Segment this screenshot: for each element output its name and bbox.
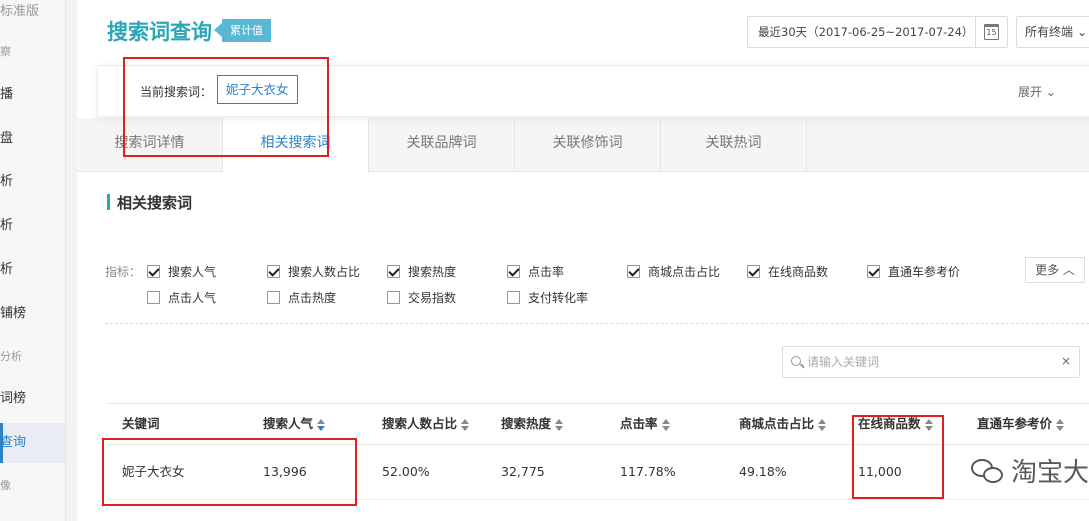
indicator-click-rate[interactable]: 点击率	[507, 263, 564, 280]
col-search-user-share[interactable]: 搜索人数占比	[382, 404, 470, 444]
sidebar-item-word-rank[interactable]: 词榜	[0, 379, 65, 419]
indicator-text: 交易指数	[408, 291, 457, 305]
sort-icon[interactable]	[1056, 418, 1065, 431]
indicator-text: 支付转化率	[528, 291, 589, 305]
indicator-trade-index[interactable]: 交易指数	[387, 289, 456, 306]
indicator-online-items[interactable]: 在线商品数	[747, 263, 828, 280]
indicator-click-popularity[interactable]: 点击人气	[147, 289, 216, 306]
checkbox[interactable]	[387, 291, 400, 304]
keyword-search-input[interactable]	[807, 347, 1057, 377]
checkbox[interactable]	[267, 291, 280, 304]
col-label: 直通车参考价	[977, 416, 1053, 431]
sidebar-item-analysis-2[interactable]: 析	[0, 206, 65, 246]
sidebar-item-dashboard[interactable]: 盘	[0, 119, 65, 159]
divider	[105, 323, 1089, 324]
checkbox[interactable]	[507, 265, 520, 278]
cell-mall-click-share: 49.18%	[739, 464, 787, 479]
sidebar-item-portrait[interactable]: 像	[0, 466, 65, 506]
indicator-label: 指标：	[105, 265, 142, 279]
indicator-search-heat[interactable]: 搜索热度	[387, 263, 456, 280]
indicator-text: 搜索热度	[408, 265, 457, 279]
indicator-text: 搜索人气	[168, 265, 217, 279]
indicator-pay-conversion[interactable]: 支付转化率	[507, 289, 588, 306]
checkbox[interactable]	[147, 265, 160, 278]
col-search-heat[interactable]: 搜索热度	[501, 404, 564, 444]
indicator-text: 搜索人数占比	[288, 265, 361, 279]
col-label: 搜索人气	[263, 416, 314, 431]
cumulative-tag: 累计值	[214, 19, 271, 42]
sidebar-item-observe[interactable]: 察	[0, 32, 65, 72]
search-icon	[791, 356, 801, 366]
cell-search-user-share: 52.00%	[382, 464, 430, 479]
sort-icon[interactable]	[555, 418, 564, 431]
sidebar-item-shop-rank[interactable]: 铺榜	[0, 294, 65, 334]
indicator-ztc-price[interactable]: 直通车参考价	[867, 263, 960, 280]
tab-related-modifier-words[interactable]: 关联修饰词	[515, 118, 661, 172]
checkbox[interactable]	[267, 265, 280, 278]
keyword-search-box[interactable]: ×	[782, 346, 1080, 378]
expand-toggle[interactable]: 展开 ⌄	[1018, 83, 1056, 100]
date-range-text: 最近30天（2017-06-25~2017-07-24）	[758, 25, 974, 39]
col-label: 搜索热度	[501, 416, 552, 431]
checkbox[interactable]	[867, 265, 880, 278]
indicator-search-user-share[interactable]: 搜索人数占比	[267, 263, 360, 280]
col-mall-click-share[interactable]: 商城点击占比	[739, 404, 827, 444]
col-label: 搜索人数占比	[382, 416, 458, 431]
clear-icon[interactable]: ×	[1061, 354, 1071, 368]
indicator-search-popularity[interactable]: 搜索人气	[147, 263, 216, 280]
checkbox[interactable]	[387, 265, 400, 278]
indicator-text: 在线商品数	[768, 265, 829, 279]
tab-related-hot-words[interactable]: 关联热词	[661, 118, 807, 172]
indicator-text: 点击热度	[288, 291, 337, 305]
col-label: 点击率	[620, 416, 658, 431]
sidebar-item-analysis-3[interactable]: 析	[0, 250, 65, 290]
page-title: 搜索词查询	[107, 20, 212, 44]
more-indicators-button[interactable]: 更多 ︿	[1025, 257, 1085, 283]
col-label: 商城点击占比	[739, 416, 815, 431]
sort-icon[interactable]	[818, 418, 827, 431]
sidebar-item-edition: 标准版	[0, 4, 40, 19]
chevron-down-icon: ⌄	[1077, 25, 1088, 39]
indicator-text: 点击人气	[168, 291, 217, 305]
watermark-text: 淘宝大学	[1011, 458, 1089, 488]
indicator-text: 点击率	[528, 265, 565, 279]
sort-icon[interactable]	[317, 418, 326, 431]
sidebar-item-search-query[interactable]: 查询	[0, 423, 65, 463]
cell-click-rate: 117.78%	[620, 464, 676, 479]
left-sidebar: 标准版 察 播 盘 析 析 析 铺榜 分析 词榜 查询 像	[0, 0, 66, 521]
checkbox[interactable]	[627, 265, 640, 278]
highlight-box-keyword-popularity	[102, 438, 357, 506]
calendar-icon: 15	[984, 24, 999, 40]
sort-icon[interactable]	[461, 418, 470, 431]
main-content: 搜索词查询 累计值 最近30天（2017-06-25~2017-07-24） 1…	[77, 0, 1089, 521]
indicator-mall-click-share[interactable]: 商城点击占比	[627, 263, 720, 280]
section-title: 相关搜索词	[107, 192, 192, 213]
checkbox[interactable]	[147, 291, 160, 304]
highlight-box-online-items	[852, 415, 944, 499]
tab-related-brand-words[interactable]: 关联品牌词	[369, 118, 515, 172]
indicator-text: 商城点击占比	[648, 265, 721, 279]
date-range-picker[interactable]: 最近30天（2017-06-25~2017-07-24） 15	[747, 16, 1008, 48]
sidebar-group-analysis: 分析	[0, 350, 22, 363]
sidebar-item-broadcast[interactable]: 播	[0, 75, 65, 115]
highlight-box-current-search	[123, 57, 329, 157]
indicator-click-heat[interactable]: 点击热度	[267, 289, 336, 306]
sidebar-gutter	[66, 0, 77, 521]
terminal-select[interactable]: 所有终端 ⌄	[1016, 16, 1089, 48]
checkbox[interactable]	[507, 291, 520, 304]
cell-search-heat: 32,775	[501, 464, 545, 479]
sort-icon[interactable]	[661, 418, 670, 431]
col-click-rate[interactable]: 点击率	[620, 404, 670, 444]
indicator-text: 直通车参考价	[888, 265, 961, 279]
calendar-button[interactable]: 15	[975, 17, 1007, 47]
terminal-select-value: 所有终端	[1025, 25, 1074, 39]
checkbox[interactable]	[747, 265, 760, 278]
wechat-icon	[971, 457, 1005, 485]
watermark: 淘宝大学	[971, 452, 1089, 489]
sidebar-item-analysis-1[interactable]: 析	[0, 162, 65, 202]
col-ztc-price[interactable]: 直通车参考价	[977, 404, 1065, 444]
